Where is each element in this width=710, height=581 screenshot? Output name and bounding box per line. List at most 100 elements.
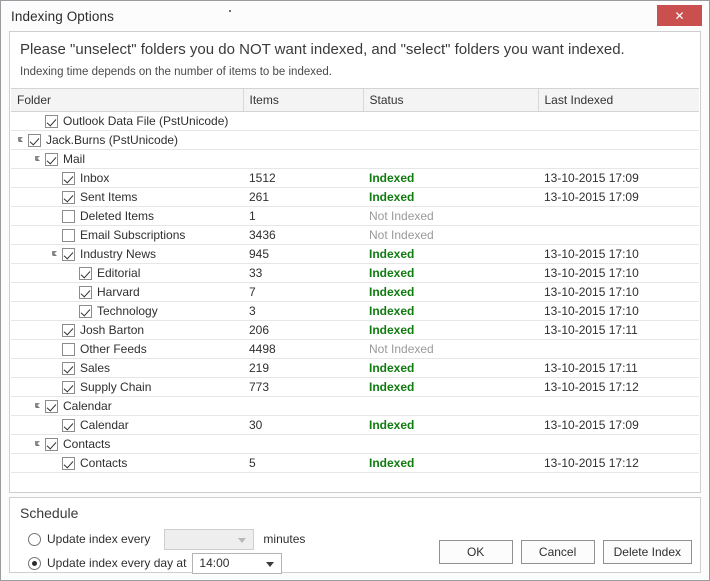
cell-last-indexed [538, 130, 699, 150]
folder-checkbox[interactable] [62, 418, 75, 432]
table-row[interactable]: Josh Barton 206 Indexed 13-10-2015 17:11 [11, 320, 699, 340]
folder-checkbox[interactable] [62, 456, 75, 470]
folder-checkbox[interactable] [45, 437, 58, 451]
table-row[interactable]: Harvard 7 Indexed 13-10-2015 17:10 [11, 282, 699, 302]
cell-status [363, 434, 538, 454]
ok-button[interactable]: OK [438, 540, 513, 564]
table-row[interactable]: Deleted Items 1 Not Indexed [11, 206, 699, 226]
close-button[interactable]: ✕ [657, 5, 702, 26]
cell-folder: Email Subscriptions [11, 225, 243, 245]
interval-minutes-dropdown[interactable] [164, 528, 255, 550]
radio-update-every-interval[interactable] [28, 532, 41, 546]
folder-checkbox[interactable] [62, 190, 75, 204]
cell-folder: Mail [11, 149, 243, 169]
instructions-primary: Please "unselect" folders you do NOT wan… [20, 41, 625, 58]
cell-folder: Supply Chain [11, 377, 243, 397]
table-row[interactable]: Inbox 1512 Indexed 13-10-2015 17:09 [11, 168, 699, 188]
chevron-down-icon [266, 561, 275, 567]
table-row[interactable]: Calendar 30 Indexed 13-10-2015 17:09 [11, 415, 699, 435]
status-badge: Not Indexed [369, 228, 434, 242]
cancel-button[interactable]: Cancel [520, 540, 595, 564]
expand-collapse-icon[interactable] [51, 245, 62, 263]
folder-label: Sales [80, 361, 111, 375]
table-row[interactable]: Editorial 33 Indexed 13-10-2015 17:10 [11, 263, 699, 283]
cell-status: Indexed [363, 282, 538, 302]
daily-time-dropdown[interactable]: 14:00 [192, 552, 283, 574]
cell-folder: Harvard [11, 282, 243, 302]
folder-checkbox[interactable] [45, 114, 58, 128]
label-update-every-interval: Update index every [47, 532, 151, 546]
radio-update-every-day-at[interactable] [28, 556, 41, 570]
column-header-folder[interactable]: Folder [11, 89, 244, 112]
table-row[interactable]: Calendar [11, 396, 699, 416]
table-row[interactable]: Sent Items 261 Indexed 13-10-2015 17:09 [11, 187, 699, 207]
cell-items [243, 434, 363, 454]
cell-status: Indexed [363, 187, 538, 207]
folder-checkbox[interactable] [62, 323, 75, 337]
title-decoration-dot [229, 10, 231, 12]
cell-status [363, 396, 538, 416]
folder-checkbox[interactable] [62, 209, 75, 223]
folder-checkbox[interactable] [45, 152, 58, 166]
table-row[interactable]: Email Subscriptions 3436 Not Indexed [11, 225, 699, 245]
table-row[interactable]: Jack.Burns (PstUnicode) [11, 130, 699, 150]
table-header: Folder Items Status Last Indexed [11, 89, 699, 112]
expand-collapse-icon[interactable] [17, 131, 28, 149]
table-row[interactable]: Contacts 5 Indexed 13-10-2015 17:12 [11, 453, 699, 473]
table-row[interactable]: Sales 219 Indexed 13-10-2015 17:11 [11, 358, 699, 378]
expand-collapse-icon[interactable] [34, 397, 45, 415]
label-minutes: minutes [263, 532, 306, 546]
folder-checkbox[interactable] [62, 228, 75, 242]
folder-checkbox[interactable] [79, 285, 92, 299]
folder-checkbox[interactable] [79, 266, 92, 280]
cell-items [243, 111, 363, 131]
cell-folder: Editorial [11, 263, 243, 283]
expand-collapse-icon[interactable] [34, 435, 45, 453]
cell-items: 3 [243, 301, 363, 321]
cell-last-indexed [538, 206, 699, 226]
status-badge: Not Indexed [369, 342, 434, 356]
table-row[interactable]: Industry News 945 Indexed 13-10-2015 17:10 [11, 244, 699, 264]
folder-checkbox[interactable] [28, 133, 41, 147]
table-row[interactable]: Technology 3 Indexed 13-10-2015 17:10 [11, 301, 699, 321]
folder-checkbox[interactable] [62, 361, 75, 375]
folder-tree-container[interactable]: Folder Items Status Last Indexed Outlook… [11, 88, 699, 491]
column-header-last-indexed[interactable]: Last Indexed [538, 89, 699, 112]
table-row[interactable]: Other Feeds 4498 Not Indexed [11, 339, 699, 359]
cell-last-indexed [538, 225, 699, 245]
schedule-group: Schedule Update index every minutes Upda… [9, 497, 701, 574]
folder-checkbox[interactable] [62, 171, 75, 185]
cell-status: Not Indexed [363, 225, 538, 245]
cell-status: Indexed [363, 168, 538, 188]
folder-label: Email Subscriptions [80, 228, 186, 242]
cell-last-indexed [538, 396, 699, 416]
instructions-secondary: Indexing time depends on the number of i… [20, 66, 332, 78]
cell-items [243, 396, 363, 416]
schedule-title: Schedule [20, 505, 79, 521]
table-row[interactable]: Mail [11, 149, 699, 169]
table-row[interactable]: Contacts [11, 434, 699, 454]
folder-table: Folder Items Status Last Indexed Outlook… [11, 89, 699, 473]
cell-last-indexed [538, 149, 699, 169]
cell-items: 30 [243, 415, 363, 435]
table-row[interactable]: Outlook Data File (PstUnicode) [11, 111, 699, 131]
folder-checkbox[interactable] [62, 247, 75, 261]
expand-collapse-icon[interactable] [34, 150, 45, 168]
status-badge: Not Indexed [369, 209, 434, 223]
folder-checkbox[interactable] [45, 399, 58, 413]
folder-checkbox[interactable] [79, 304, 92, 318]
table-row[interactable]: Supply Chain 773 Indexed 13-10-2015 17:12 [11, 377, 699, 397]
column-header-status[interactable]: Status [363, 89, 539, 112]
cell-folder: Sent Items [11, 187, 243, 207]
cell-last-indexed: 13-10-2015 17:11 [538, 358, 699, 378]
folder-checkbox[interactable] [62, 380, 75, 394]
folder-checkbox[interactable] [62, 342, 75, 356]
delete-index-button[interactable]: Delete Index [602, 540, 692, 564]
column-header-items[interactable]: Items [243, 89, 364, 112]
cell-items: 4498 [243, 339, 363, 359]
folder-label: Editorial [97, 266, 141, 280]
